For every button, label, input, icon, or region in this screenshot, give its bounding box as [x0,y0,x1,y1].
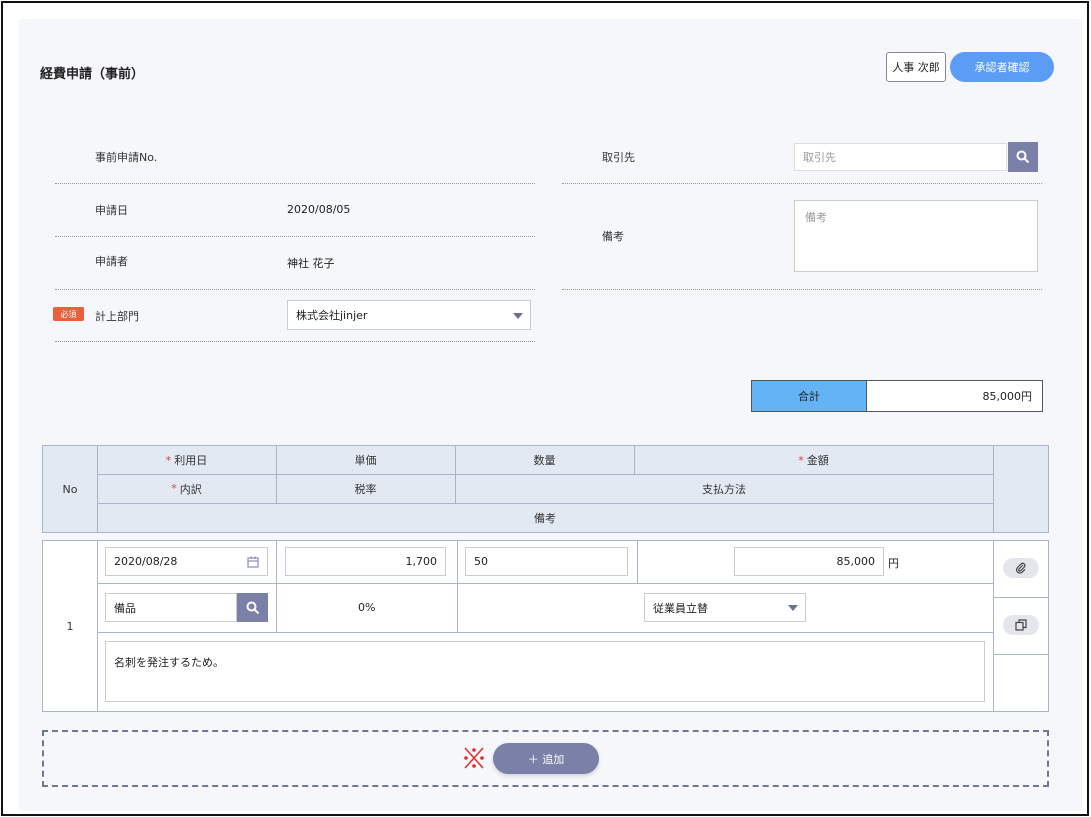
partner-input[interactable]: 取引先 [794,143,1007,171]
header-detail-label: 内訳 [179,482,202,496]
row-divider [993,597,1049,598]
chevron-down-icon [788,605,798,611]
search-icon [1016,150,1030,164]
row-number: 1 [66,619,74,633]
usage-date-value: 2020/08/28 [114,555,178,568]
required-badge: 必須 [53,307,84,321]
divider [562,289,1042,290]
col-divider [97,541,98,711]
copy-row-button[interactable] [1003,615,1039,635]
col-divider [276,541,277,632]
applicant-value: 神社 花子 [287,257,335,270]
amount-input[interactable]: 85,000 [734,547,884,576]
note-label: 備考 [602,230,624,243]
pre-application-no-label: 事前申請No. [95,151,158,164]
quantity-input[interactable]: 50 [465,547,628,576]
note-textarea[interactable]: 備考 [794,200,1038,272]
calendar-icon[interactable] [247,556,259,568]
add-row-button[interactable]: ＋ 追加 [493,743,599,774]
table-header: No * 利用日 単価 数量 * 金額 * 内訳 税率 支払方法 備考 [42,445,1049,533]
application-date-label: 申請日 [95,204,128,217]
partner-label: 取引先 [602,151,635,164]
divider [55,183,535,184]
click-marker-icon [464,747,484,769]
row-divider [97,583,993,584]
department-label: 計上部門 [95,310,139,323]
header-amount: * 金額 [798,453,829,468]
total-value: 85,000円 [867,380,1043,412]
user-button[interactable]: 人事 次郎 [886,52,946,82]
row-divider [993,654,1049,655]
header-tax-rate: 税率 [354,482,377,496]
department-select-value: 株式会社jinjer [296,309,368,322]
applicant-label: 申請者 [95,255,128,268]
approver-confirm-button[interactable]: 承認者確認 [950,52,1054,82]
col-divider [993,541,994,711]
row-note-textarea[interactable]: 名刺を発注するため。 [105,641,985,702]
page-title: 経費申請（事前） [40,67,145,82]
col-divider [637,541,638,583]
detail-search-button[interactable] [237,593,268,622]
tax-rate-value: 0% [358,601,376,614]
attach-button[interactable] [1003,558,1039,578]
header-payment: 支払方法 [702,482,746,496]
divider [55,236,535,237]
header-date: * 利用日 [165,453,208,468]
partner-search-button[interactable] [1008,142,1038,172]
col-divider [457,541,458,632]
header-unit-price: 単価 [354,454,377,467]
currency-label: 円 [888,557,899,570]
usage-date-input[interactable]: 2020/08/28 [105,547,268,576]
divider [55,289,535,290]
header-quantity: 数量 [533,454,556,467]
divider [562,183,1042,184]
application-date-value: 2020/08/05 [287,203,351,216]
header-no: No [62,483,78,496]
search-icon [246,601,259,614]
detail-input[interactable]: 備品 [105,593,237,622]
header-amount-label: 金額 [806,454,829,467]
header-date-label: 利用日 [174,454,208,467]
department-select[interactable]: 株式会社jinjer [287,300,531,330]
payment-method-select[interactable]: 従業員立替 [644,593,806,622]
col-divider [993,446,994,533]
header-detail: * 内訳 [171,482,202,496]
divider [55,341,535,342]
chevron-down-icon [513,313,523,319]
total-label: 合計 [751,380,867,412]
copy-icon [1015,619,1027,631]
payment-method-value: 従業員立替 [653,601,708,615]
row-divider [97,632,993,633]
header-note: 備考 [534,512,556,525]
unit-price-input[interactable]: 1,700 [285,547,446,576]
paperclip-icon [1016,562,1026,574]
